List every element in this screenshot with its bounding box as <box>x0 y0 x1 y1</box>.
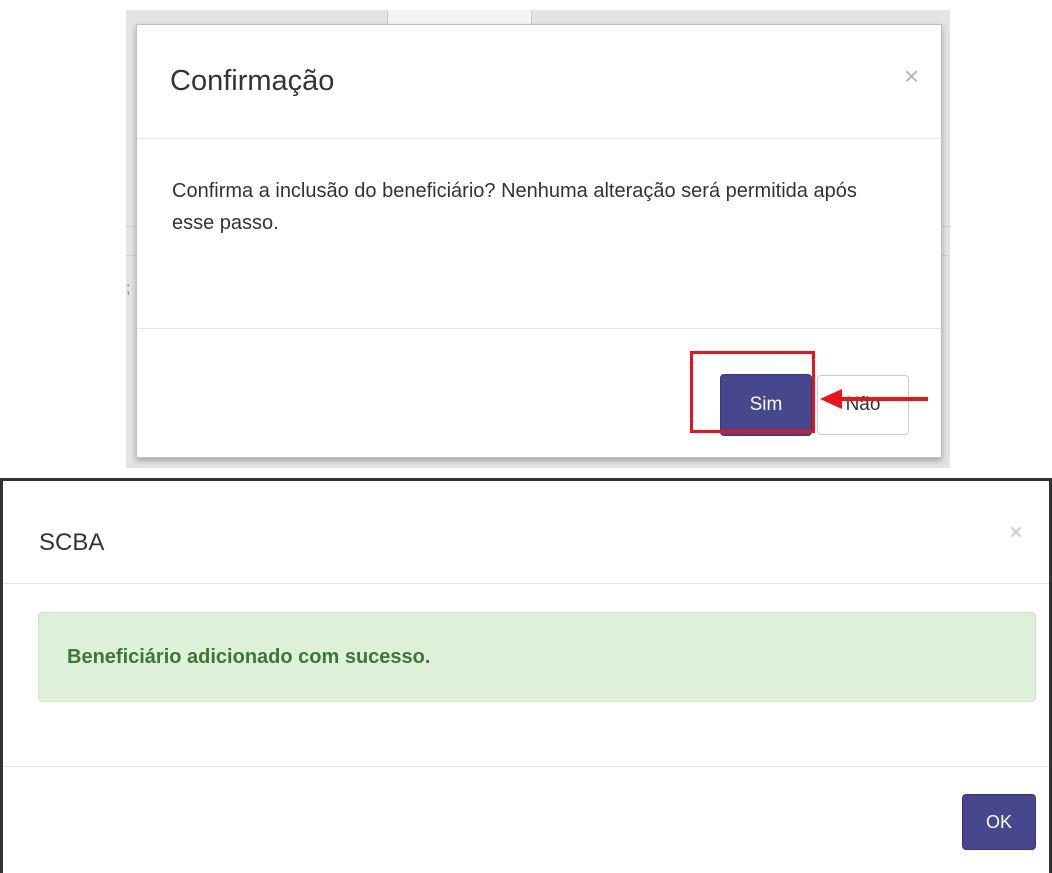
background-glyph: ; <box>126 280 131 297</box>
highlight-box <box>690 351 815 433</box>
background-tab <box>387 10 532 25</box>
success-modal: SCBA × Beneficiário adicionado com suces… <box>0 478 1052 873</box>
confirm-screenshot: ; : Confirmação × Confirma a inclusão do… <box>126 10 950 468</box>
arrow-head-icon <box>820 389 842 409</box>
confirmation-message: Confirma a inclusão do beneficiário? Nen… <box>172 180 857 234</box>
modal-footer-divider <box>3 766 1049 767</box>
ok-button[interactable]: OK <box>962 794 1036 850</box>
modal-title: Confirmação <box>170 65 335 97</box>
close-icon[interactable]: × <box>904 63 919 89</box>
close-icon[interactable]: × <box>1009 521 1023 545</box>
modal-title: SCBA <box>39 529 105 556</box>
modal-header: SCBA × <box>3 481 1049 584</box>
success-message: Beneficiário adicionado com sucesso. <box>67 646 431 668</box>
modal-header: Confirmação × <box>137 25 941 139</box>
arrow-icon <box>840 397 928 401</box>
success-alert: Beneficiário adicionado com sucesso. <box>38 612 1036 702</box>
